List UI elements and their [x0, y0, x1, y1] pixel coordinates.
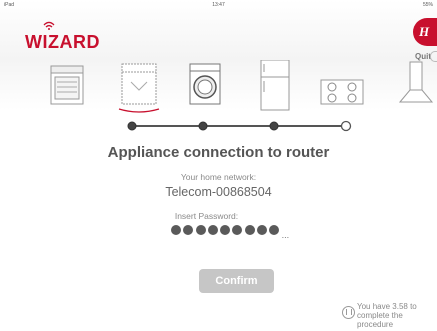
- network-name: Telecom-00868504: [165, 185, 272, 199]
- clock: 13:47: [212, 2, 225, 8]
- timer-message: You have 3.58 to complete the procedure: [357, 302, 417, 329]
- password-dot: [232, 225, 243, 235]
- page-title: Appliance connection to router: [107, 144, 330, 161]
- dishwasher-icon[interactable]: [117, 60, 163, 116]
- step-dot: [269, 121, 279, 131]
- hourglass-icon: [342, 306, 355, 319]
- confirm-button[interactable]: Confirm: [199, 269, 274, 293]
- hoover-logo: H: [413, 18, 437, 46]
- app-logo: WIZARD: [25, 32, 100, 52]
- step-dot: [127, 121, 137, 131]
- app-screen: iPad 13:47 55% WIZARD H Quit Appliance c…: [0, 0, 437, 331]
- password-dot: [195, 225, 206, 235]
- password-dot: [171, 225, 181, 235]
- password-cursor: ...: [281, 230, 290, 240]
- hoover-logo-glyph: H: [419, 24, 430, 39]
- password-dot: [220, 225, 231, 235]
- step-dot-current: [340, 120, 352, 132]
- password-field[interactable]: ...: [171, 222, 311, 240]
- hob-icon[interactable]: [318, 60, 368, 108]
- password-dot: [269, 225, 280, 235]
- washing-machine-icon[interactable]: [189, 60, 223, 108]
- password-dot: [244, 225, 255, 235]
- step-progress: [127, 120, 352, 132]
- password-dot: [257, 225, 268, 235]
- battery-level: 55%: [422, 2, 433, 8]
- oven-icon[interactable]: [49, 60, 87, 108]
- password-label: Insert Password:: [174, 211, 239, 221]
- step-dot: [198, 121, 208, 131]
- fridge-icon[interactable]: [259, 60, 293, 116]
- network-label: Your home network:: [180, 172, 257, 182]
- appliance-bar: [0, 60, 437, 116]
- status-bar: iPad 13:47 55%: [0, 0, 437, 10]
- wifi-icon: [43, 21, 55, 30]
- password-dot: [207, 225, 218, 235]
- password-dot: [183, 225, 194, 235]
- hood-icon[interactable]: [396, 60, 437, 108]
